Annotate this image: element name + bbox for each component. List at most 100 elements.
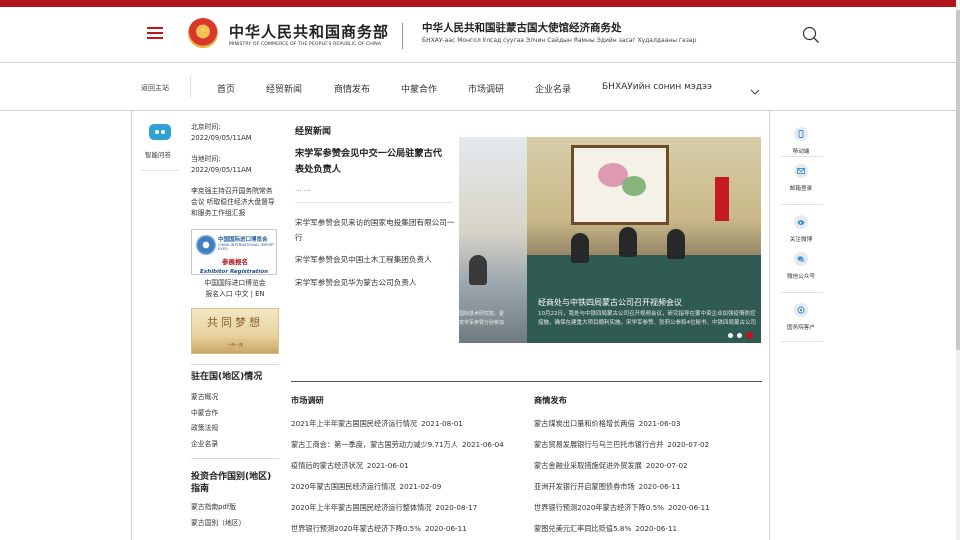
market-item[interactable]: 2020年蒙古国国民经济运行情况 2021-02-09 bbox=[291, 482, 441, 492]
search-icon[interactable] bbox=[802, 26, 820, 44]
expo-register-en: Exhibitor Registration bbox=[200, 269, 269, 275]
lang-en-link[interactable]: EN bbox=[255, 290, 264, 298]
share-state-council[interactable]: 国务院客户 bbox=[781, 303, 821, 331]
smart-qa-widget[interactable]: 智能问答 bbox=[141, 124, 179, 159]
left-border bbox=[131, 111, 132, 540]
lang-cn-link[interactable]: 中文 bbox=[235, 290, 249, 298]
share-email[interactable]: 邮箱登录 bbox=[781, 164, 821, 192]
region-item-overview[interactable]: 蒙古概况 bbox=[191, 390, 279, 406]
region-item-directory[interactable]: 企业名录 bbox=[191, 437, 279, 453]
header-divider bbox=[402, 23, 403, 49]
share-weibo-label: 关注微博 bbox=[789, 237, 813, 243]
market-item[interactable]: 世界银行预测2020年蒙古经济下降0.5% 2020-06-11 bbox=[291, 524, 467, 534]
share-wechat[interactable]: 微信公众号 bbox=[781, 252, 821, 280]
ministry-name-cn[interactable]: 中华人民共和国商务部 bbox=[229, 21, 389, 42]
business-item-date: 2020-06-11 bbox=[668, 503, 710, 512]
nav-company-directory[interactable]: 企业名录 bbox=[535, 82, 571, 95]
slide-prev-text-line: 宋学军参赞分别参加 bbox=[459, 320, 505, 326]
news-slideshow[interactable]: 国际技术研究院、蒙 宋学军参赞分别参加 经商处与中铁四局蒙古公司召开视频会议 1… bbox=[459, 137, 761, 343]
lang-separator: | bbox=[250, 290, 253, 298]
top-news-ellipsis: ... ... bbox=[295, 185, 311, 193]
slide-dot[interactable] bbox=[728, 333, 733, 338]
share-state-council-label: 国务院客户 bbox=[787, 325, 815, 331]
scrollbar-thumb[interactable] bbox=[956, 10, 960, 350]
dream-banner-title: 共同梦想 bbox=[207, 316, 263, 329]
slide-dot[interactable] bbox=[737, 333, 742, 338]
region-list: 蒙古概况 中蒙合作 政策法规 企业名录 bbox=[191, 390, 279, 452]
region-section-title: 驻在国(地区)情况 bbox=[191, 372, 263, 382]
slide-person bbox=[571, 233, 589, 263]
smart-qa-label: 智能问答 bbox=[145, 151, 171, 159]
top-news-title[interactable]: 宋学军参赞会见中交一公局驻蒙古代表处负责人 bbox=[295, 146, 451, 178]
slide-dot-active[interactable] bbox=[746, 332, 753, 339]
slide-description: 10月22日，我处与中铁四局蒙古公司召开视频会议，研究指导在蒙中资企业加强疫情防… bbox=[538, 310, 761, 328]
common-dream-banner[interactable]: 共同梦想 一带一路 bbox=[191, 308, 279, 354]
business-item[interactable]: 蒙图兑美元汇率同比贬值5.8% 2020-06-11 bbox=[534, 524, 677, 534]
back-to-main-link[interactable]: 返回主站 bbox=[141, 83, 169, 93]
chevron-down-icon[interactable] bbox=[750, 82, 760, 95]
market-item[interactable]: 疫情后的蒙古经济状况 2021-06-01 bbox=[291, 461, 409, 471]
market-item-text: 蒙古工商会：第一季度，蒙古国劳动力减少9.71万人 bbox=[291, 440, 458, 449]
section-divider bbox=[291, 381, 762, 382]
business-info-title[interactable]: 商情发布 bbox=[534, 394, 567, 406]
robot-icon bbox=[149, 124, 171, 140]
market-item[interactable]: 2021年上半年蒙古国国民经济运行情况 2021-08-01 bbox=[291, 419, 463, 429]
slide-caption: 经商处与中铁四局蒙古公司召开视频会议 bbox=[538, 298, 682, 307]
news-item[interactable]: 宋学军参赞会见华为蒙古公司负责人 bbox=[295, 276, 455, 291]
divider bbox=[781, 292, 823, 293]
market-item-date: 2021-06-04 bbox=[461, 440, 504, 449]
market-item-date: 2021-06-01 bbox=[366, 461, 409, 470]
region-item-cooperation[interactable]: 中蒙合作 bbox=[191, 406, 279, 422]
market-item-date: 2020-08-17 bbox=[435, 503, 478, 512]
beijing-time-label: 北京时间: bbox=[191, 123, 221, 131]
headline-link[interactable]: 李克强主持召开国务院常务会议 听取稳住经济大盘督导和服务工作组汇报 bbox=[191, 186, 279, 219]
divider bbox=[295, 202, 453, 203]
business-item-text: 蒙图兑美元汇率同比贬值5.8% bbox=[534, 524, 632, 533]
business-item[interactable]: 亚洲开发银行开启蒙图债券市场 2020-06-11 bbox=[534, 482, 680, 492]
nav-business-info[interactable]: 商情发布 bbox=[334, 82, 370, 95]
market-research-title[interactable]: 市场调研 bbox=[291, 394, 324, 406]
national-emblem-logo bbox=[188, 18, 218, 48]
nav-trade-news[interactable]: 经贸新闻 bbox=[266, 82, 302, 95]
market-item[interactable]: 2020年上半年蒙古国国民经济运行整体情况 2020-08-17 bbox=[291, 503, 477, 513]
nav-home[interactable]: 首页 bbox=[217, 82, 235, 95]
share-wechat-label: 微信公众号 bbox=[787, 274, 815, 280]
nav-market-research[interactable]: 市场调研 bbox=[468, 82, 504, 95]
expo-name-en: CHINA INTERNATIONAL IMPORT EXPO bbox=[218, 243, 275, 252]
nav-cooperation[interactable]: 中蒙合作 bbox=[401, 82, 437, 95]
business-item-text: 蒙古金融业采取措施促进外贸发展 bbox=[534, 461, 642, 470]
market-item[interactable]: 蒙古工商会：第一季度，蒙古国劳动力减少9.71万人 2021-06-04 bbox=[291, 440, 504, 450]
expo-link-name[interactable]: 中国国际进口博览会 bbox=[191, 278, 279, 289]
business-item-text: 亚洲开发银行开启蒙图债券市场 bbox=[534, 482, 635, 491]
share-weibo[interactable]: 关注微博 bbox=[781, 215, 821, 243]
expo-banner[interactable]: 中国国际进口博览会 CHINA INTERNATIONAL IMPORT EXP… bbox=[191, 229, 277, 275]
nav-mongolian-news[interactable]: БНХАУийн сонин мэдээ bbox=[602, 82, 712, 92]
top-red-stripe bbox=[0, 0, 960, 7]
business-item[interactable]: 蒙古贸易发展银行与乌兰巴托市银行合并 2020-07-02 bbox=[534, 440, 709, 450]
business-item-date: 2020-07-02 bbox=[645, 461, 688, 470]
market-item-text: 2020年蒙古国国民经济运行情况 bbox=[291, 482, 396, 491]
business-item[interactable]: 蒙古金融业采取措施促进外贸发展 2020-07-02 bbox=[534, 461, 688, 471]
divider bbox=[781, 204, 823, 205]
guide-item-pdf[interactable]: 蒙古指南pdf版 bbox=[191, 500, 279, 516]
market-item-text: 2020年上半年蒙古国国民经济运行整体情况 bbox=[291, 503, 432, 512]
business-item-date: 2021-06-03 bbox=[638, 419, 681, 428]
mail-icon bbox=[794, 164, 808, 178]
share-mobile-label: 移动端 bbox=[792, 149, 810, 155]
market-item-date: 2021-02-09 bbox=[399, 482, 442, 491]
share-mobile[interactable]: 移动端 bbox=[781, 127, 821, 155]
business-item[interactable]: 蒙古煤炭出口量和价格增长两倍 2021-06-03 bbox=[534, 419, 680, 429]
news-item[interactable]: 宋学军参赞会见中国土木工程集团负责人 bbox=[295, 253, 455, 268]
site-header: 中华人民共和国商务部 MINISTRY OF COMMERCE OF THE P… bbox=[0, 7, 960, 62]
menu-icon[interactable] bbox=[147, 27, 163, 40]
region-item-policy[interactable]: 政策法规 bbox=[191, 421, 279, 437]
business-item[interactable]: 世界银行预测2020年蒙古经济下降0.5% 2020-06-11 bbox=[534, 503, 710, 513]
business-item-text: 蒙古贸易发展银行与乌兰巴托市银行合并 bbox=[534, 440, 664, 449]
slide-desc-line: 10月22日，我处与中铁四局蒙古公司召开视频会议，研究指导在蒙中资企业加强疫情防… bbox=[538, 311, 756, 317]
guide-item-country[interactable]: 蒙古国别（地区） bbox=[191, 516, 279, 532]
mobile-icon bbox=[794, 127, 808, 141]
expo-register-link[interactable]: 报名入口 bbox=[206, 290, 233, 298]
market-item-text: 疫情后的蒙古经济状况 bbox=[291, 461, 363, 470]
news-item[interactable]: 宋学军参赞会见来访的国家电投集团有限公司一行 bbox=[295, 216, 455, 245]
market-item-text: 2021年上半年蒙古国国民经济运行情况 bbox=[291, 419, 418, 428]
